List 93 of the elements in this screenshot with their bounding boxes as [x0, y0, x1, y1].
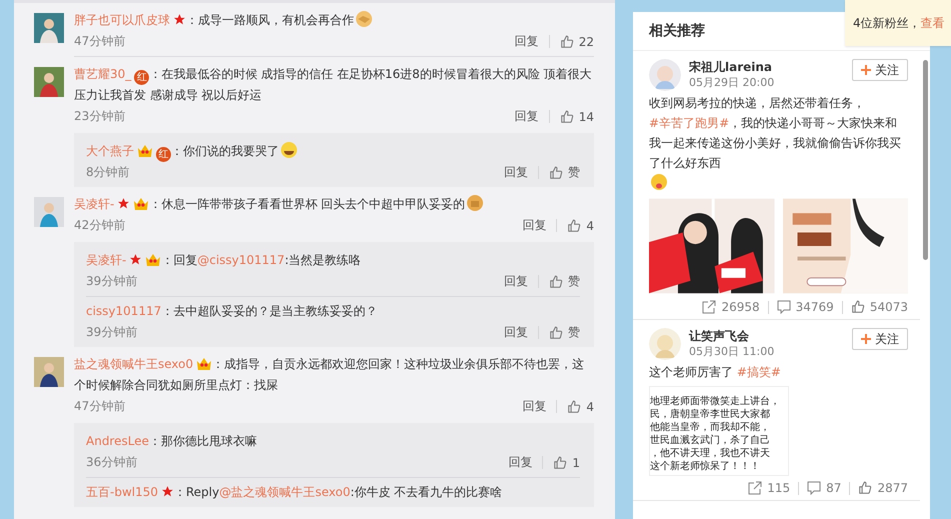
- user-name[interactable]: 盐之魂领喊牛王sexo0: [74, 357, 194, 371]
- comment-time: 23分钟前: [74, 108, 126, 125]
- comment-button[interactable]: 34769: [776, 300, 834, 314]
- comment-text: AndresLee：那你德比甩球衣嘛: [86, 433, 258, 450]
- comment-text: 吴凌轩- ：休息一阵带带孩子看看世界杯 回头去个中超中甲队妥妥的: [74, 194, 594, 215]
- thumbs-up-icon: [549, 326, 563, 340]
- reply-link[interactable]: 回复: [508, 454, 532, 471]
- user-name[interactable]: 曹艺耀30_: [74, 67, 132, 81]
- like-button[interactable]: 14: [560, 110, 594, 124]
- share-icon: [702, 300, 716, 314]
- post-text: 收到网易考拉的快递，居然还带着任务， #辛苦了跑男#，我的快递小哥哥～大家快来和我一起来传递这份小美好，我就偷偷告诉你我买了什么好东西: [649, 93, 908, 193]
- like-button[interactable]: 2877: [858, 481, 908, 495]
- comment-time: 39分钟前: [86, 324, 138, 341]
- comment-time: 47分钟前: [74, 398, 126, 415]
- comment-time: 39分钟前: [86, 273, 138, 290]
- reply-link[interactable]: 回复: [522, 217, 546, 234]
- comment-time: 47分钟前: [74, 33, 126, 50]
- author-name[interactable]: 宋祖儿lareina: [689, 59, 852, 75]
- reply-link[interactable]: 回复: [522, 398, 546, 415]
- thumbs-up-icon: [560, 34, 574, 48]
- comment-text: cissy101117：去中超队妥妥的？是当主教练妥妥的？: [86, 303, 378, 320]
- mention-link[interactable]: @cissy101117: [197, 253, 285, 267]
- user-name[interactable]: 大个燕子: [86, 144, 134, 158]
- user-name[interactable]: AndresLee: [86, 434, 149, 448]
- hong-badge: 红: [134, 70, 150, 85]
- user-name[interactable]: 胖子也可以爪皮球: [74, 13, 170, 27]
- comment-text: 五百-bwl150 ：Reply@盐之魂领喊牛王sexo0:你牛皮 不去看九牛的比赛啥: [86, 484, 504, 501]
- hong-badge: 红: [156, 147, 171, 162]
- post-date: 05月29日 20:00: [689, 75, 776, 90]
- text-image: 地理老师面带微笑走上讲台， 民，唐朝皇帝李世民大家都 他能当皇帝，而我却不能， 世民血溅玄武门，杀了自己 ，他不讲天理，我也不讲天 这个新老师惊呆了！！！: [649, 386, 789, 476]
- topic-link[interactable]: #辛苦了: [649, 116, 696, 130]
- like-button[interactable]: 赞: [549, 273, 580, 290]
- reply-link[interactable]: 回复: [514, 33, 539, 50]
- thumbs-up-icon: [553, 456, 568, 470]
- comment-icon: [776, 300, 791, 314]
- like-button[interactable]: 1: [553, 456, 580, 470]
- topic-link[interactable]: 跑男#: [695, 116, 730, 130]
- like-button[interactable]: 4: [567, 400, 594, 414]
- share-button[interactable]: 115: [748, 481, 790, 495]
- plus-icon: [861, 65, 871, 75]
- star-icon: [173, 13, 186, 26]
- star-icon: [161, 485, 174, 498]
- post-date: 05月30日 11:00: [689, 344, 776, 359]
- thumbs-up-icon: [567, 218, 582, 232]
- like-button[interactable]: 4: [567, 218, 594, 232]
- thumbs-up-icon: [549, 166, 563, 180]
- notice-text: 4位新粉丝，: [853, 16, 921, 30]
- author-name[interactable]: 让笑声飞会: [689, 328, 852, 344]
- star-icon: [129, 253, 142, 266]
- follow-button[interactable]: 关注: [852, 59, 908, 81]
- follow-button[interactable]: 关注: [852, 328, 908, 350]
- crown-badge-icon: [137, 143, 153, 158]
- user-name[interactable]: 吴凌轩-: [86, 253, 126, 267]
- plus-icon: [861, 334, 871, 344]
- comment-text: 曹艺耀30_ 红 ：在我最低谷的时候 成指导的信任 在足协杯16进8的时候冒着很大的风险 顶着很大压力让我首发 感谢成导 祝以后好运: [74, 66, 593, 104]
- crown-badge-icon: [196, 356, 212, 371]
- thumbs-up-icon: [560, 110, 574, 124]
- user-name[interactable]: 吴凌轩-: [74, 197, 114, 211]
- crown-badge-icon: [145, 252, 162, 267]
- handshake-emoji-icon: [355, 10, 373, 28]
- user-name[interactable]: cissy101117: [86, 304, 162, 318]
- comment-text: 吴凌轩- ：回复@cissy101117:当然是教练咯: [86, 251, 362, 269]
- comment-text: 盐之魂领喊牛王sexo0 ：成指导，自贡永远都欢迎您回家！这种垃圾业余俱乐部不待也罢，这个时候解除合同犹如厕所里点灯：找屎: [74, 355, 586, 394]
- laughing-emoji-icon: [280, 141, 298, 159]
- comment-text: 大个燕子 红 ：你们说的我要哭了: [86, 141, 580, 162]
- crown-badge-icon: [133, 196, 150, 211]
- reply-link[interactable]: 回复: [504, 324, 528, 341]
- share-button[interactable]: 26958: [702, 300, 760, 314]
- mention-link[interactable]: @盐之魂领喊牛王sexo0: [219, 485, 350, 499]
- thumbs-up-icon: [549, 274, 563, 288]
- thumbs-up-icon: [850, 300, 865, 314]
- like-button[interactable]: 22: [560, 34, 594, 48]
- reply-link[interactable]: 回复: [504, 273, 528, 290]
- star-icon: [117, 197, 130, 210]
- reply-link[interactable]: 回复: [504, 164, 528, 181]
- like-button[interactable]: 赞: [549, 164, 580, 181]
- comment-time: 42分钟前: [74, 217, 126, 234]
- thumbs-up-icon: [567, 400, 582, 414]
- comment-time: 8分钟前: [86, 164, 130, 181]
- reply-link[interactable]: 回复: [514, 108, 539, 125]
- like-button[interactable]: 赞: [549, 324, 580, 341]
- like-button[interactable]: 54073: [850, 300, 908, 314]
- thumbs-up-icon: [858, 481, 872, 495]
- comment-text: 胖子也可以爪皮球 ：成导一路顺风，有机会再合作: [74, 10, 594, 31]
- user-name[interactable]: 五百-bwl150: [86, 485, 158, 499]
- tongue-emoji-icon: [650, 173, 668, 191]
- post-text: 这个老师厉害了 #搞笑#: [649, 364, 782, 381]
- fist-emoji-icon: [466, 194, 484, 212]
- share-icon: [748, 481, 762, 495]
- comment-icon: [807, 481, 822, 495]
- comment-time: 36分钟前: [86, 454, 138, 471]
- topic-link[interactable]: #搞笑#: [736, 365, 781, 379]
- comment-button[interactable]: 87: [807, 481, 842, 495]
